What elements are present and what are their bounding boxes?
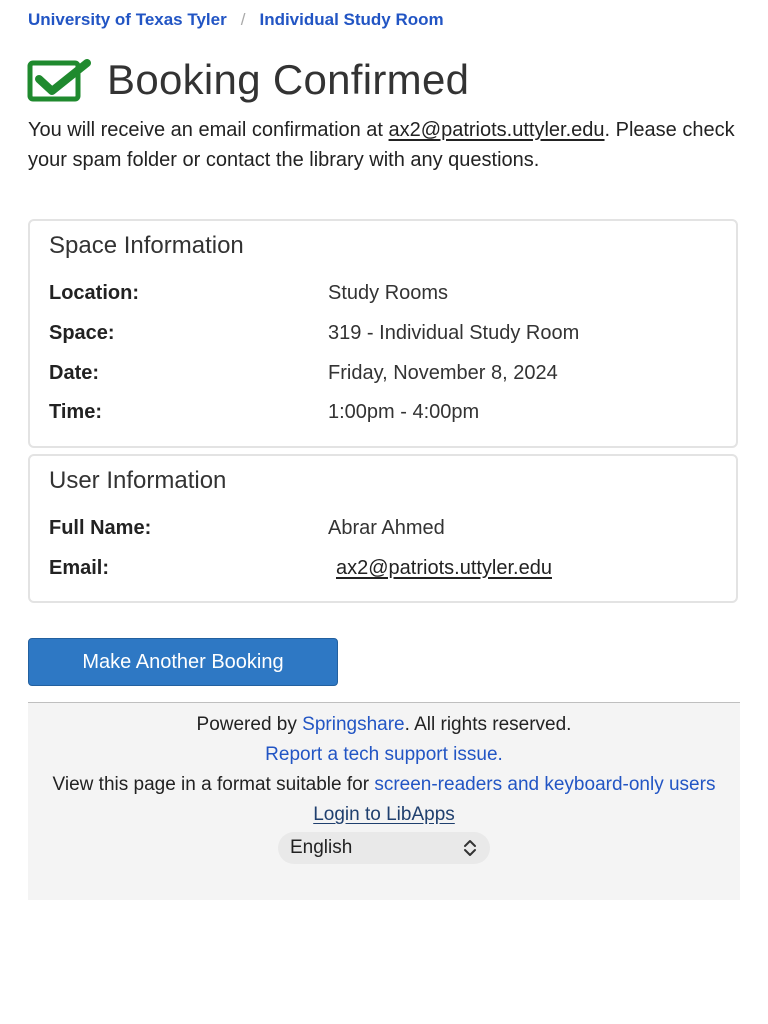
breadcrumb: University of Texas Tyler / Individual S… xyxy=(28,10,444,30)
email-row: Email: ax2@patriots.uttyler.edu xyxy=(49,555,736,581)
email-value: ax2@patriots.uttyler.edu xyxy=(328,557,552,580)
powered-by-line: Powered by Springshare. All rights reser… xyxy=(28,710,740,740)
page-heading: Booking Confirmed xyxy=(27,55,469,105)
make-another-booking-button[interactable]: Make Another Booking xyxy=(28,638,338,686)
full-name-label: Full Name: xyxy=(49,516,152,539)
location-row: Location: Study Rooms xyxy=(49,280,736,306)
page-title: Booking Confirmed xyxy=(107,56,470,103)
full-name-row: Full Name: Abrar Ahmed xyxy=(49,515,736,541)
language-select[interactable]: English xyxy=(278,832,490,864)
space-label: Space: xyxy=(49,321,115,344)
accessible-view-line: View this page in a format suitable for … xyxy=(28,770,740,800)
time-label: Time: xyxy=(49,400,102,423)
confirmation-email-link[interactable]: ax2@patriots.uttyler.edu xyxy=(389,119,605,141)
space-value: 319 - Individual Study Room xyxy=(328,321,580,344)
date-value: Friday, November 8, 2024 xyxy=(328,361,558,384)
springshare-link[interactable]: Springshare xyxy=(302,714,404,735)
accessible-view-prefix: View this page in a format suitable for xyxy=(52,774,375,795)
location-value: Study Rooms xyxy=(328,281,449,304)
page-footer: Powered by Springshare. All rights reser… xyxy=(28,702,740,900)
space-information-panel: Space Information Location: Study Rooms … xyxy=(28,219,738,448)
powered-by-suffix: . All rights reserved. xyxy=(404,714,572,735)
space-information-title: Space Information xyxy=(49,232,244,259)
full-name-value: Abrar Ahmed xyxy=(328,516,445,539)
language-select-value: English xyxy=(290,837,353,858)
breadcrumb-separator: / xyxy=(240,10,246,29)
confirmation-text-before: You will receive an email confirmation a… xyxy=(28,119,389,141)
report-line: Report a tech support issue. xyxy=(28,740,740,770)
user-information-panel: User Information Full Name: Abrar Ahmed … xyxy=(28,454,738,603)
login-to-libapps-link[interactable]: Login to LibApps xyxy=(313,804,455,825)
space-row: Space: 319 - Individual Study Room xyxy=(49,320,736,346)
time-value: 1:00pm - 4:00pm xyxy=(328,400,480,423)
user-email-link[interactable]: ax2@patriots.uttyler.edu xyxy=(336,557,552,579)
check-square-icon xyxy=(27,59,91,102)
report-tech-support-link[interactable]: Report a tech support issue. xyxy=(265,744,503,765)
time-row: Time: 1:00pm - 4:00pm xyxy=(49,399,736,425)
breadcrumb-item-university[interactable]: University of Texas Tyler xyxy=(28,10,227,30)
login-line: Login to LibApps xyxy=(28,800,740,830)
user-information-title: User Information xyxy=(49,467,227,494)
breadcrumb-item-study-room[interactable]: Individual Study Room xyxy=(259,10,443,30)
date-label: Date: xyxy=(49,361,100,384)
powered-by-prefix: Powered by xyxy=(196,714,303,735)
accessible-view-link[interactable]: screen-readers and keyboard-only users xyxy=(374,774,715,795)
confirmation-message: You will receive an email confirmation a… xyxy=(28,115,743,175)
date-row: Date: Friday, November 8, 2024 xyxy=(49,360,736,386)
chevron-up-down-icon xyxy=(464,840,476,856)
email-label: Email: xyxy=(49,556,110,579)
booking-confirmation-page: University of Texas Tyler / Individual S… xyxy=(0,0,768,1024)
location-label: Location: xyxy=(49,281,139,304)
